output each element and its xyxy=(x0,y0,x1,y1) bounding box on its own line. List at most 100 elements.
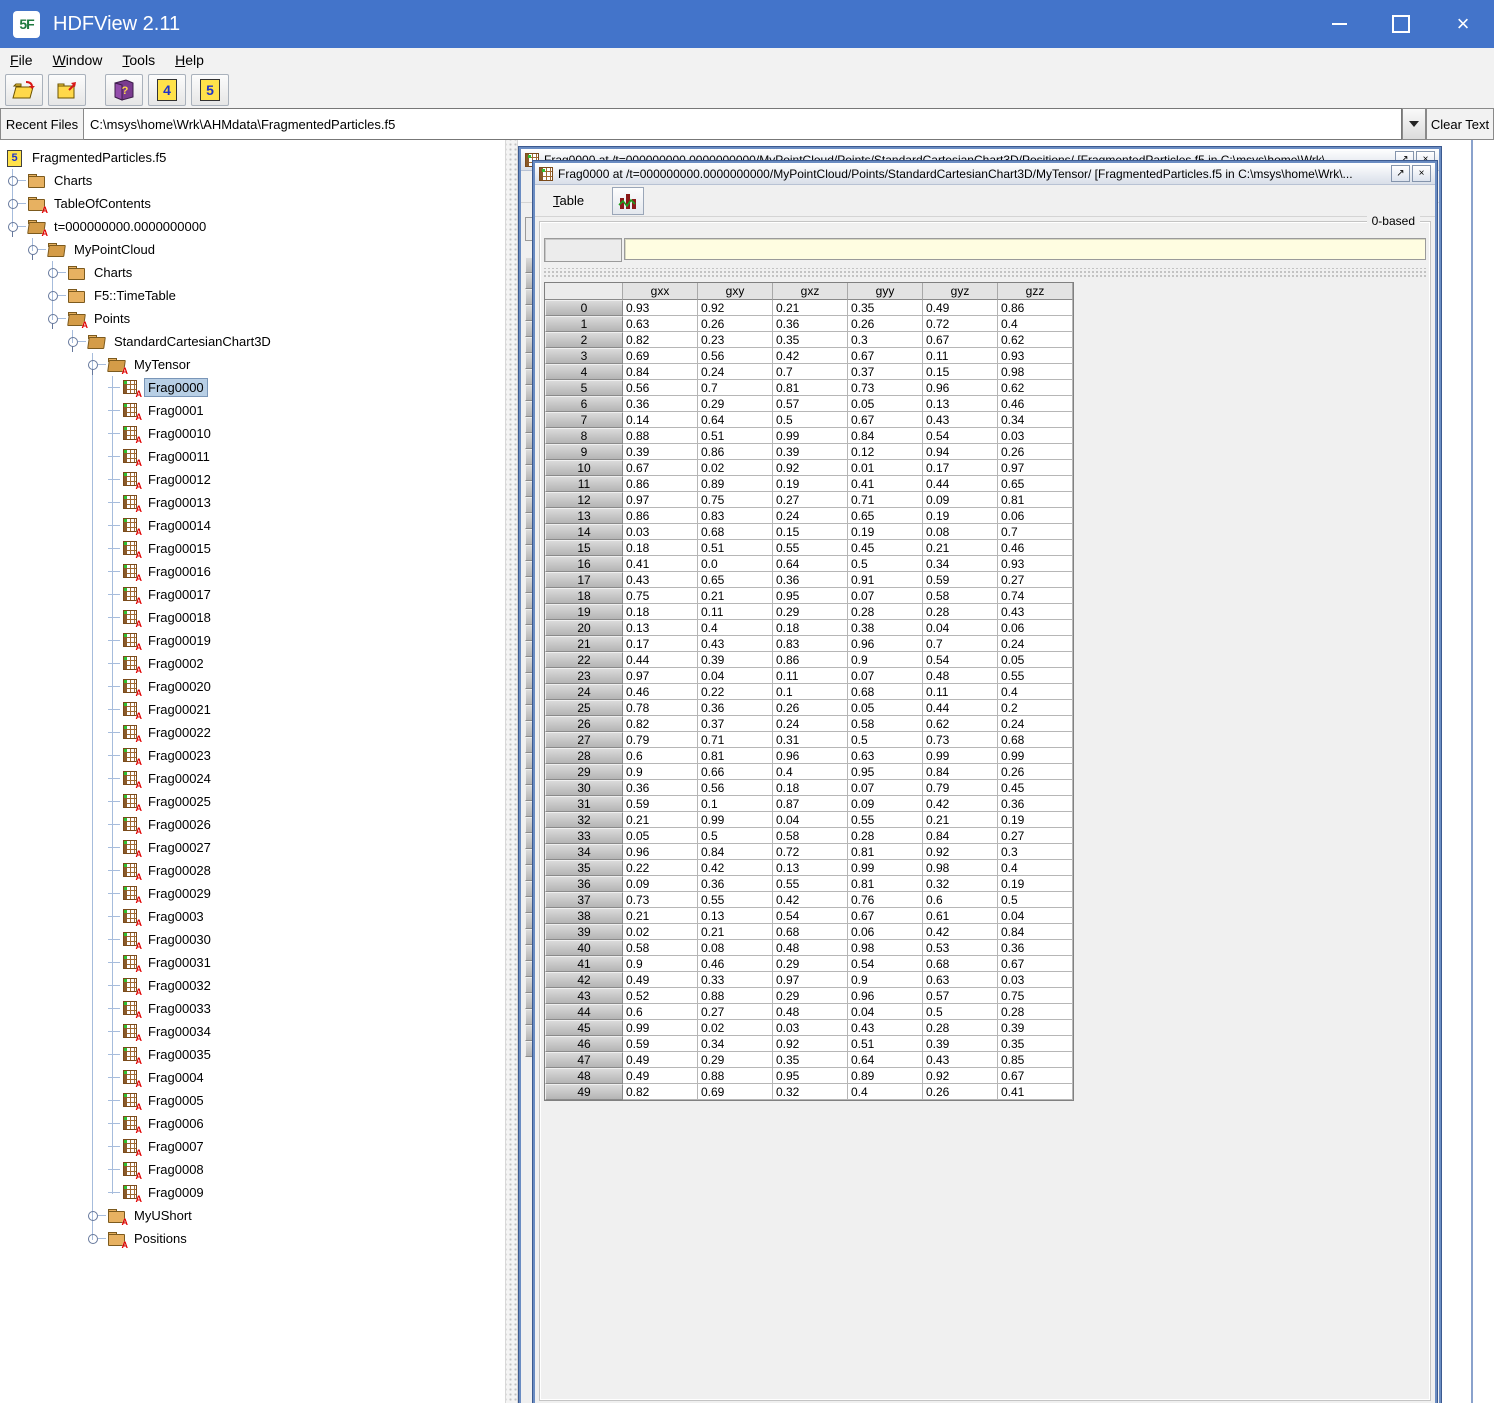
column-header-gxx[interactable]: gxx xyxy=(623,283,698,300)
table-cell[interactable]: 0.03 xyxy=(998,428,1073,444)
table-cell[interactable]: 0.81 xyxy=(998,492,1073,508)
table-cell[interactable]: 0.41 xyxy=(623,556,698,572)
table-cell[interactable]: 0.36 xyxy=(623,396,698,412)
table-cell[interactable]: 0.36 xyxy=(773,316,848,332)
table-cell[interactable]: 0.54 xyxy=(773,908,848,924)
tree-item-frag00014[interactable]: AFrag00014 xyxy=(0,514,505,537)
row-header[interactable]: 0 xyxy=(545,300,623,316)
tree-item-tableofcontents[interactable]: ATableOfContents xyxy=(0,192,505,215)
table-cell[interactable]: 0.99 xyxy=(998,748,1073,764)
table-cell[interactable]: 0.59 xyxy=(623,796,698,812)
table-cell[interactable]: 0.96 xyxy=(848,636,923,652)
tree-item-frag0003[interactable]: AFrag0003 xyxy=(0,905,505,928)
row-header[interactable]: 41 xyxy=(545,956,623,972)
table-cell[interactable]: 0.81 xyxy=(698,748,773,764)
tree-item-t=000000000.0000000000[interactable]: At=000000000.0000000000 xyxy=(0,215,505,238)
maximize-button[interactable] xyxy=(1370,0,1432,48)
table-cell[interactable]: 0.28 xyxy=(848,604,923,620)
table-cell[interactable]: 0.26 xyxy=(698,316,773,332)
table-cell[interactable]: 0.4 xyxy=(998,860,1073,876)
table-cell[interactable]: 0.67 xyxy=(998,956,1073,972)
tree-item-f5::timetable[interactable]: F5::TimeTable xyxy=(0,284,505,307)
row-header[interactable]: 40 xyxy=(545,940,623,956)
recent-files-button[interactable]: Recent Files xyxy=(0,108,84,140)
tree-item-frag0006[interactable]: AFrag0006 xyxy=(0,1112,505,1135)
table-cell[interactable]: 0.39 xyxy=(923,1036,998,1052)
table-cell[interactable]: 0.17 xyxy=(923,460,998,476)
table-cell[interactable]: 0.22 xyxy=(623,860,698,876)
table-cell[interactable]: 0.49 xyxy=(623,1068,698,1084)
table-cell[interactable]: 0.51 xyxy=(698,540,773,556)
table-cell[interactable]: 0.43 xyxy=(923,1052,998,1068)
row-header[interactable]: 30 xyxy=(545,780,623,796)
table-cell[interactable]: 0.07 xyxy=(848,780,923,796)
table-cell[interactable]: 0.95 xyxy=(773,1068,848,1084)
row-header[interactable]: 38 xyxy=(545,908,623,924)
table-cell[interactable]: 0.02 xyxy=(623,924,698,940)
menu-help[interactable]: Help xyxy=(165,50,214,70)
tree-item-frag0004[interactable]: AFrag0004 xyxy=(0,1066,505,1089)
table-cell[interactable]: 0.19 xyxy=(923,508,998,524)
table-cell[interactable]: 0.21 xyxy=(623,908,698,924)
table-cell[interactable]: 0.43 xyxy=(923,412,998,428)
tree-item-fragmentedparticles.f5[interactable]: 5FragmentedParticles.f5 xyxy=(0,146,505,169)
row-header[interactable]: 34 xyxy=(545,844,623,860)
row-header[interactable]: 3 xyxy=(545,348,623,364)
table-cell[interactable]: 0.97 xyxy=(623,668,698,684)
tree-item-frag00026[interactable]: AFrag00026 xyxy=(0,813,505,836)
table-cell[interactable]: 0.13 xyxy=(623,620,698,636)
table-cell[interactable]: 0.49 xyxy=(623,972,698,988)
table-cell[interactable]: 0.4 xyxy=(998,684,1073,700)
table-cell[interactable]: 0.46 xyxy=(698,956,773,972)
active-frame-titlebar[interactable]: Frag0000 at /t=000000000.0000000000/MyPo… xyxy=(535,163,1435,185)
clear-text-button[interactable]: Clear Text xyxy=(1426,108,1494,140)
table-cell[interactable]: 0.15 xyxy=(773,524,848,540)
table-cell[interactable]: 0.99 xyxy=(623,1020,698,1036)
table-cell[interactable]: 0.11 xyxy=(923,684,998,700)
table-cell[interactable]: 0.71 xyxy=(848,492,923,508)
table-cell[interactable]: 0.03 xyxy=(623,524,698,540)
table-cell[interactable]: 0.01 xyxy=(848,460,923,476)
table-cell[interactable]: 0.96 xyxy=(773,748,848,764)
table-cell[interactable]: 0.57 xyxy=(773,396,848,412)
table-cell[interactable]: 0.54 xyxy=(923,428,998,444)
table-cell[interactable]: 0.33 xyxy=(698,972,773,988)
table-cell[interactable]: 0.74 xyxy=(998,588,1073,604)
table-cell[interactable]: 0.65 xyxy=(998,476,1073,492)
row-header[interactable]: 14 xyxy=(545,524,623,540)
table-cell[interactable]: 0.51 xyxy=(698,428,773,444)
tree-item-frag00022[interactable]: AFrag00022 xyxy=(0,721,505,744)
row-header[interactable]: 19 xyxy=(545,604,623,620)
table-cell[interactable]: 0.83 xyxy=(773,636,848,652)
table-cell[interactable]: 0.58 xyxy=(623,940,698,956)
table-cell[interactable]: 0.67 xyxy=(923,332,998,348)
table-cell[interactable]: 0.21 xyxy=(698,924,773,940)
close-file-button[interactable] xyxy=(48,74,86,106)
table-cell[interactable]: 0.75 xyxy=(698,492,773,508)
table-cell[interactable]: 0.5 xyxy=(998,892,1073,908)
path-dropdown-button[interactable] xyxy=(1402,108,1426,140)
table-cell[interactable]: 0.72 xyxy=(923,316,998,332)
table-cell[interactable]: 0.97 xyxy=(623,492,698,508)
table-cell[interactable]: 0.26 xyxy=(998,444,1073,460)
tree-item-frag00015[interactable]: AFrag00015 xyxy=(0,537,505,560)
table-cell[interactable]: 0.28 xyxy=(848,828,923,844)
table-cell[interactable]: 0.0 xyxy=(698,556,773,572)
row-header[interactable]: 9 xyxy=(545,444,623,460)
tree-item-frag0000[interactable]: AFrag0000 xyxy=(0,376,505,399)
table-cell[interactable]: 0.35 xyxy=(773,332,848,348)
table-cell[interactable]: 0.55 xyxy=(698,892,773,908)
column-header-gyy[interactable]: gyy xyxy=(848,283,923,300)
table-cell[interactable]: 0.27 xyxy=(998,572,1073,588)
tree-item-frag0001[interactable]: AFrag0001 xyxy=(0,399,505,422)
table-cell[interactable]: 0.55 xyxy=(848,812,923,828)
table-cell[interactable]: 0.02 xyxy=(698,1020,773,1036)
tree-item-frag00032[interactable]: AFrag00032 xyxy=(0,974,505,997)
tree-item-frag0007[interactable]: AFrag0007 xyxy=(0,1135,505,1158)
table-cell[interactable]: 0.35 xyxy=(773,1052,848,1068)
table-cell[interactable]: 0.94 xyxy=(923,444,998,460)
table-cell[interactable]: 0.96 xyxy=(623,844,698,860)
table-cell[interactable]: 0.39 xyxy=(998,1020,1073,1036)
tree-item-charts[interactable]: Charts xyxy=(0,261,505,284)
table-cell[interactable]: 0.87 xyxy=(773,796,848,812)
